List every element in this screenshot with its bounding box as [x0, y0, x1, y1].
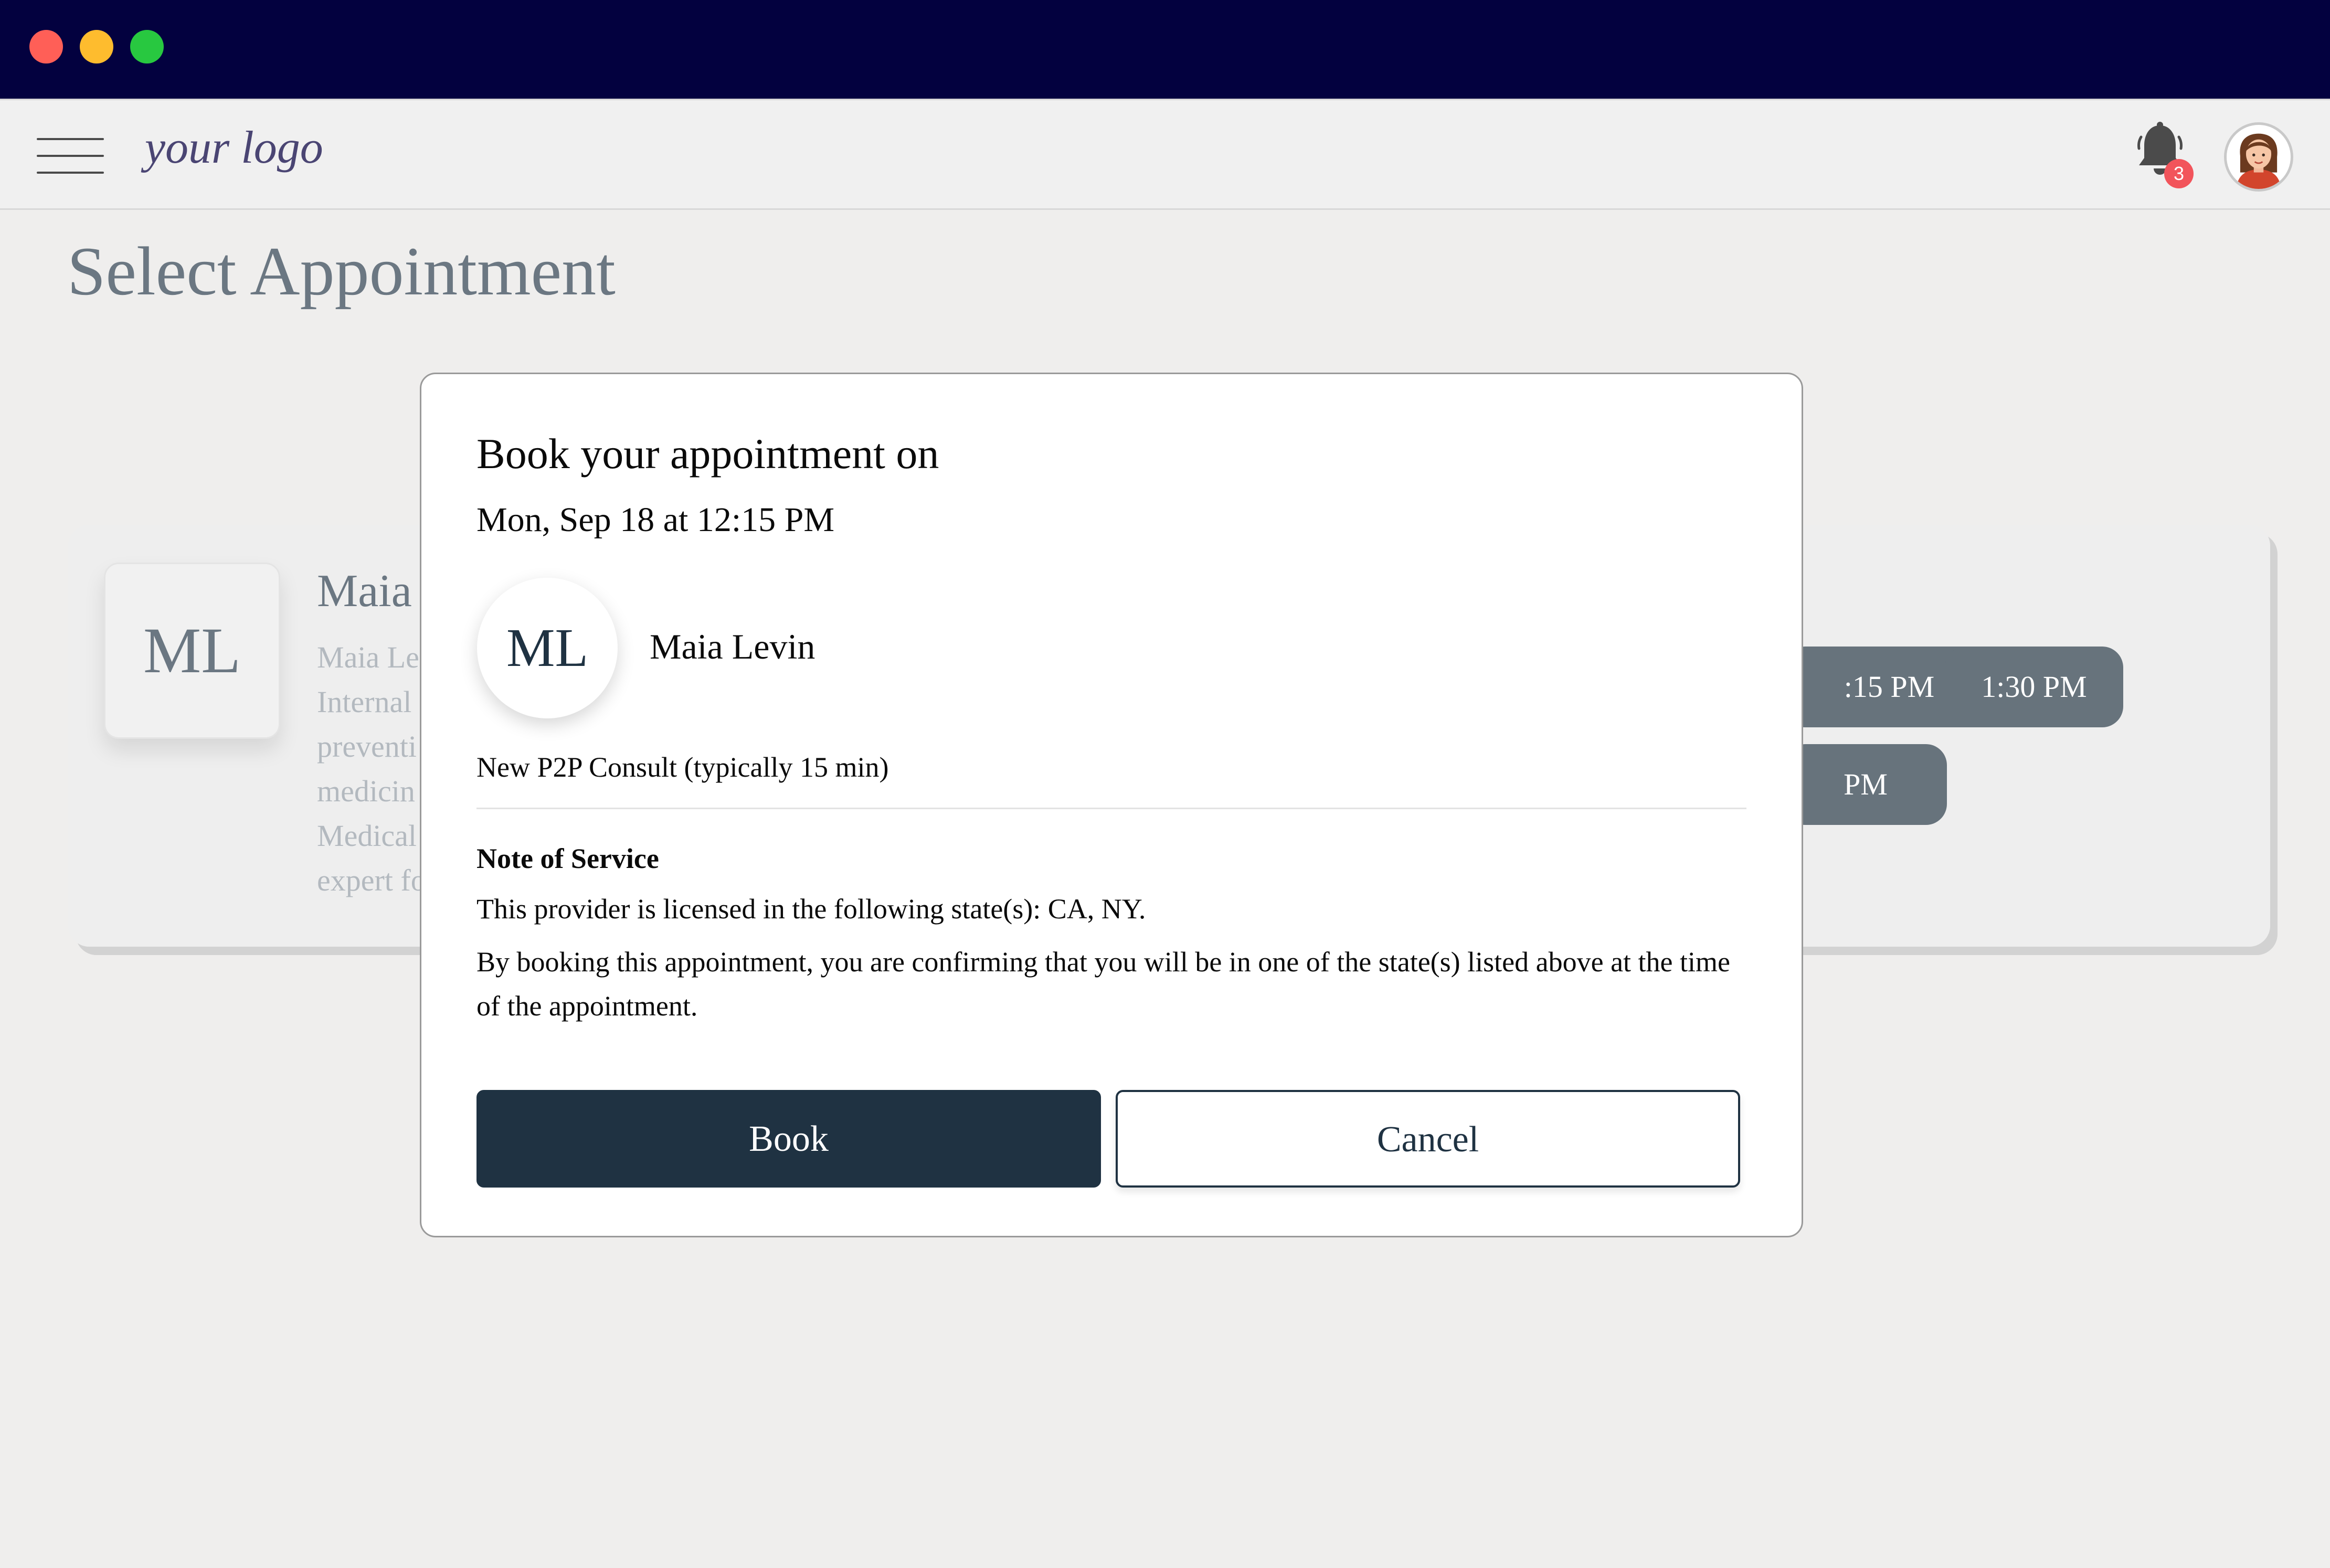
- app-header: your logo 3: [0, 99, 2330, 210]
- provider-initials-avatar: ML: [477, 578, 618, 718]
- provider-name: Maia: [317, 566, 412, 617]
- window-minimize-button[interactable]: [80, 30, 113, 63]
- license-note: This provider is licensed in the followi…: [476, 893, 1146, 925]
- divider: [476, 808, 1746, 809]
- modal-title: Book your appointment on: [476, 430, 939, 478]
- hamburger-line: [37, 172, 104, 174]
- time-slot-button[interactable]: PM: [1784, 744, 1947, 825]
- book-button[interactable]: Book: [476, 1090, 1101, 1188]
- hamburger-line: [37, 138, 104, 140]
- notifications-button[interactable]: 3: [2134, 121, 2197, 195]
- hamburger-line: [37, 155, 104, 157]
- window-zoom-button[interactable]: [130, 30, 164, 63]
- note-of-service-heading: Note of Service: [476, 843, 659, 874]
- app-logo[interactable]: your logo: [145, 121, 323, 174]
- time-slot-button[interactable]: 1:30 PM: [1945, 647, 2123, 727]
- page-title: Select Appointment: [67, 232, 616, 310]
- cancel-button[interactable]: Cancel: [1116, 1090, 1740, 1188]
- booking-modal: Book your appointment on Mon, Sep 18 at …: [420, 373, 1803, 1237]
- user-avatar[interactable]: [2224, 122, 2293, 192]
- service-type: New P2P Consult (typically 15 min): [476, 751, 889, 783]
- provider-name: Maia Levin: [650, 627, 816, 666]
- hamburger-menu-icon[interactable]: [37, 136, 104, 178]
- provider-initials-avatar: ML: [104, 563, 280, 739]
- notification-count-badge: 3: [2164, 159, 2194, 188]
- confirmation-note: By booking this appointment, you are con…: [476, 946, 1730, 1022]
- user-avatar-icon: [2236, 133, 2281, 189]
- window-titlebar: [0, 0, 2330, 99]
- window-close-button[interactable]: [29, 30, 63, 63]
- appointment-datetime: Mon, Sep 18 at 12:15 PM: [476, 501, 835, 539]
